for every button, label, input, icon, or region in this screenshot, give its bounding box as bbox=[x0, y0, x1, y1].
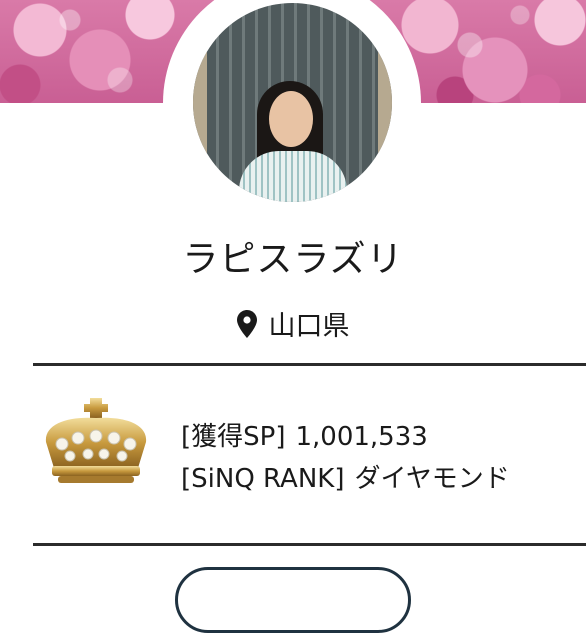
map-pin-icon bbox=[236, 309, 257, 338]
profile-action-button[interactable] bbox=[175, 567, 411, 633]
rank-label: [SiNQ RANK] bbox=[181, 464, 345, 494]
rank-value: ダイヤモンド bbox=[354, 464, 510, 494]
avatar-body bbox=[239, 151, 347, 202]
rank-card: [獲得SP] 1,001,533 [SiNQ RANK] ダイヤモンド bbox=[0, 366, 586, 543]
avatar-face bbox=[269, 91, 313, 147]
profile-name: ラピスラズリ bbox=[182, 239, 404, 280]
location-text: 山口県 bbox=[268, 311, 350, 342]
sp-value: 1,001,533 bbox=[295, 422, 428, 452]
divider-bottom bbox=[33, 543, 586, 546]
rank-line: [SiNQ RANK] ダイヤモンド bbox=[181, 458, 510, 500]
rank-stats: [獲得SP] 1,001,533 [SiNQ RANK] ダイヤモンド bbox=[181, 416, 510, 500]
sp-line: [獲得SP] 1,001,533 bbox=[181, 416, 510, 458]
crown-icon bbox=[38, 394, 154, 488]
avatar[interactable] bbox=[193, 3, 392, 202]
profile-location: 山口県 bbox=[0, 304, 586, 343]
sp-label: [獲得SP] bbox=[181, 422, 286, 452]
